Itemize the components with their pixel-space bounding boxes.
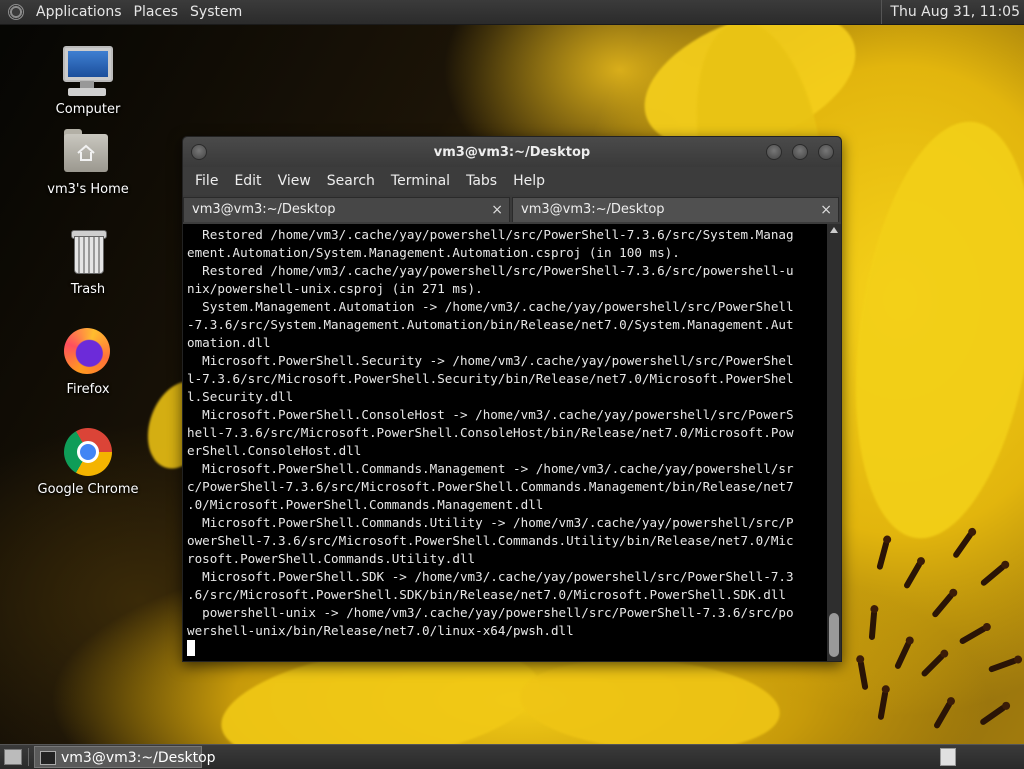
tab-2[interactable]: vm3@vm3:~/Desktop ×: [512, 197, 839, 222]
menu-search[interactable]: Search: [319, 173, 383, 189]
firefox-icon: [60, 324, 116, 380]
menu-file[interactable]: File: [187, 173, 226, 189]
menu-help[interactable]: Help: [505, 173, 553, 189]
top-panel: Applications Places System Thu Aug 31, 1…: [0, 0, 1024, 25]
tab-close-icon[interactable]: ×: [820, 198, 832, 222]
terminal-line: Microsoft.PowerShell.ConsoleHost -> /hom…: [202, 407, 794, 422]
scroll-up-arrow-icon[interactable]: [830, 227, 838, 233]
tab-1[interactable]: vm3@vm3:~/Desktop ×: [183, 197, 510, 222]
system-menu[interactable]: System: [184, 4, 248, 20]
terminal-line: .6/src/Microsoft.PowerShell.SDK/bin/Rele…: [187, 587, 786, 602]
terminal-line: Microsoft.PowerShell.SDK -> /home/vm3/.c…: [202, 569, 794, 584]
terminal-line: nix/powershell-unix.csproj (in 271 ms).: [187, 281, 483, 296]
maximize-button[interactable]: [792, 144, 808, 160]
terminal-line: wershell-unix/bin/Release/net7.0/linux-x…: [187, 623, 574, 638]
desktop-icon-firefox[interactable]: Firefox: [28, 324, 148, 397]
bottom-panel: vm3@vm3:~/Desktop: [0, 744, 1024, 769]
tab-close-icon[interactable]: ×: [491, 198, 503, 222]
scroll-thumb[interactable]: [829, 613, 839, 657]
terminal-line: l-7.3.6/src/Microsoft.PowerShell.Securit…: [187, 371, 794, 386]
terminal-output[interactable]: Restored /home/vm3/.cache/yay/powershell…: [183, 224, 827, 661]
terminal-line: System.Management.Automation -> /home/vm…: [202, 299, 794, 314]
terminal-window[interactable]: vm3@vm3:~/Desktop File Edit View Search …: [182, 136, 842, 662]
menu-edit[interactable]: Edit: [226, 173, 269, 189]
panel-separator: [28, 748, 29, 766]
trash-icon: [60, 224, 116, 280]
terminal-line: l.Security.dll: [187, 389, 294, 404]
menu-view[interactable]: View: [270, 173, 319, 189]
terminal-line: Microsoft.PowerShell.Commands.Management…: [202, 461, 794, 476]
terminal-menubar: File Edit View Search Terminal Tabs Help: [183, 167, 841, 195]
terminal-line: Restored /home/vm3/.cache/yay/powershell…: [202, 227, 794, 242]
computer-icon: [60, 44, 116, 100]
terminal-line: rosoft.PowerShell.Commands.Utility.dll: [187, 551, 476, 566]
desktop-icon-label: Firefox: [66, 382, 110, 397]
menu-tabs[interactable]: Tabs: [458, 173, 505, 189]
tab-bar: vm3@vm3:~/Desktop × vm3@vm3:~/Desktop ×: [183, 195, 841, 222]
window-titlebar[interactable]: vm3@vm3:~/Desktop: [183, 137, 841, 167]
terminal-line: owerShell-7.3.6/src/Microsoft.PowerShell…: [187, 533, 794, 548]
terminal-line: Microsoft.PowerShell.Security -> /home/v…: [202, 353, 794, 368]
home-folder-icon: [60, 124, 116, 180]
desktop-icon-label: Trash: [70, 282, 106, 297]
tab-label: vm3@vm3:~/Desktop: [192, 202, 336, 217]
show-desktop-icon[interactable]: [4, 749, 22, 765]
terminal-cursor: [187, 640, 195, 656]
desktop-icon-computer[interactable]: Computer: [28, 44, 148, 117]
terminal-line: Microsoft.PowerShell.Commands.Utility ->…: [202, 515, 794, 530]
taskbar-item-terminal[interactable]: vm3@vm3:~/Desktop: [34, 746, 216, 768]
tab-label: vm3@vm3:~/Desktop: [521, 202, 665, 217]
menu-terminal[interactable]: Terminal: [383, 173, 458, 189]
distro-logo-icon[interactable]: [8, 4, 24, 20]
terminal-line: ement.Automation/System.Management.Autom…: [187, 245, 680, 260]
terminal-line: omation.dll: [187, 335, 271, 350]
applications-menu[interactable]: Applications: [30, 4, 128, 20]
terminal-scrollbar[interactable]: [827, 224, 841, 661]
terminal-line: -7.3.6/src/System.Management.Automation/…: [187, 317, 794, 332]
terminal-line: powershell-unix -> /home/vm3/.cache/yay/…: [202, 605, 794, 620]
desktop-icon-label: vm3's Home: [47, 182, 129, 197]
minimize-button[interactable]: [766, 144, 782, 160]
desktop-icon-label: Computer: [55, 102, 121, 117]
desktop-icon-label: Google Chrome: [37, 482, 139, 497]
workspace-switcher[interactable]: [940, 748, 956, 766]
desktop-icon-trash[interactable]: Trash: [28, 224, 148, 297]
terminal-line: c/PowerShell-7.3.6/src/Microsoft.PowerSh…: [187, 479, 794, 494]
window-title: vm3@vm3:~/Desktop: [433, 145, 591, 160]
taskbar-item-label: vm3@vm3:~/Desktop: [61, 750, 216, 766]
chrome-icon: [60, 424, 116, 480]
close-button[interactable]: [818, 144, 834, 160]
desktop-icon-chrome[interactable]: Google Chrome: [28, 424, 148, 497]
desktop-icon-home[interactable]: vm3's Home: [28, 124, 148, 197]
terminal-line: .0/Microsoft.PowerShell.Commands.Managem…: [187, 497, 544, 512]
clock[interactable]: Thu Aug 31, 11:05: [881, 0, 1020, 24]
terminal-icon: [40, 751, 56, 765]
terminal-line: Restored /home/vm3/.cache/yay/powershell…: [202, 263, 794, 278]
terminal-line: erShell.ConsoleHost.dll: [187, 443, 362, 458]
terminal-text: Restored /home/vm3/.cache/yay/powershell…: [183, 224, 827, 658]
places-menu[interactable]: Places: [128, 4, 185, 20]
terminal-line: hell-7.3.6/src/Microsoft.PowerShell.Cons…: [187, 425, 794, 440]
